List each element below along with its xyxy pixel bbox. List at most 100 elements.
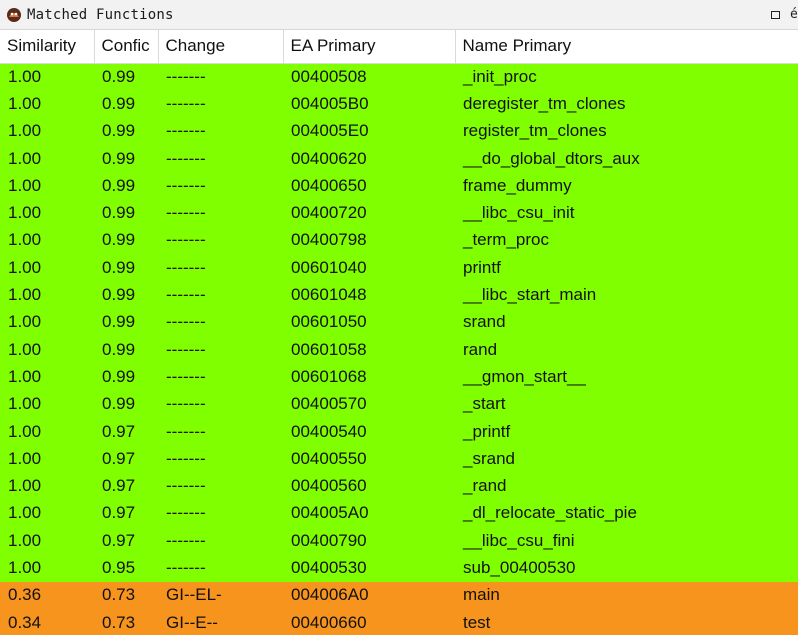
cell-ea-primary: 004005B0 xyxy=(283,90,455,118)
cell-confidence: 0.97 xyxy=(94,527,158,555)
cell-name-primary: frame_dummy xyxy=(455,172,798,200)
cell-similarity: 1.00 xyxy=(0,527,94,555)
table-row[interactable]: 1.00 0.99 ------- 004005E0 register_tm_clone… xyxy=(0,117,798,145)
table-header-row: Similarity Confic Change EA Primary Name… xyxy=(0,30,798,64)
float-window-icon[interactable]: é xyxy=(790,7,798,22)
cell-confidence: 0.99 xyxy=(94,308,158,336)
cell-similarity: 1.00 xyxy=(0,335,94,364)
table-row[interactable]: 1.00 0.99 ------- 00400798 _term_proc xyxy=(0,226,798,255)
maximize-icon[interactable] xyxy=(771,10,780,19)
cell-ea-primary: 004005A0 xyxy=(283,499,455,528)
cell-ea-primary: 00601040 xyxy=(283,254,455,282)
cell-change: ------- xyxy=(158,281,283,309)
cell-ea-primary: 00400650 xyxy=(283,172,455,200)
cell-similarity: 1.00 xyxy=(0,226,94,255)
cell-ea-primary: 00400570 xyxy=(283,390,455,418)
table-row[interactable]: 1.00 0.97 ------- 00400560 _rand xyxy=(0,472,798,500)
cell-confidence: 0.99 xyxy=(94,117,158,145)
cell-name-primary: srand xyxy=(455,308,798,336)
column-header-name-primary[interactable]: Name Primary xyxy=(455,30,798,64)
cell-confidence: 0.95 xyxy=(94,554,158,582)
cell-name-primary: _start xyxy=(455,390,798,418)
cell-change: ------- xyxy=(158,472,283,500)
cell-name-primary: _dl_relocate_static_pie xyxy=(455,499,798,528)
cell-confidence: 0.99 xyxy=(94,90,158,118)
cell-change: ------- xyxy=(158,254,283,282)
column-header-confidence[interactable]: Confic xyxy=(94,30,159,64)
window-controls: é xyxy=(771,7,798,22)
table-row[interactable]: 1.00 0.97 ------- 00400790 __libc_csu_fini xyxy=(0,527,798,555)
table-row[interactable]: 1.00 0.99 ------- 00400650 frame_dummy xyxy=(0,172,798,200)
cell-name-primary: deregister_tm_clones xyxy=(455,90,798,118)
column-header-similarity[interactable]: Similarity xyxy=(0,30,95,64)
cell-confidence: 0.99 xyxy=(94,226,158,255)
cell-name-primary: test xyxy=(455,608,798,635)
cell-similarity: 1.00 xyxy=(0,363,94,391)
table-row[interactable]: 0.34 0.73 GI--E-- 00400660 test xyxy=(0,608,798,635)
table-row[interactable]: 1.00 0.99 ------- 00601058 rand xyxy=(0,335,798,364)
matched-functions-window: Matched Functions é Similarity Confic Ch… xyxy=(0,0,798,635)
cell-change: ------- xyxy=(158,390,283,418)
window-titlebar: Matched Functions é xyxy=(0,0,798,30)
cell-change: ------- xyxy=(158,172,283,200)
cell-change: ------- xyxy=(158,199,283,227)
cell-confidence: 0.97 xyxy=(94,499,158,528)
cell-confidence: 0.99 xyxy=(94,363,158,391)
cell-name-primary: printf xyxy=(455,254,798,282)
cell-similarity: 1.00 xyxy=(0,417,94,446)
table-row[interactable]: 1.00 0.99 ------- 00601040 printf xyxy=(0,254,798,282)
table-row[interactable]: 0.36 0.73 GI--EL- 004006A0 main xyxy=(0,581,798,609)
cell-name-primary: rand xyxy=(455,335,798,364)
table-row[interactable]: 1.00 0.99 ------- 00601068 __gmon_start__ xyxy=(0,363,798,391)
table-row[interactable]: 1.00 0.99 ------- 00400508 _init_proc xyxy=(0,63,798,91)
table-row[interactable]: 1.00 0.95 ------- 00400530 sub_00400530 xyxy=(0,554,798,582)
cell-similarity: 1.00 xyxy=(0,308,94,336)
matched-functions-table: Similarity Confic Change EA Primary Name… xyxy=(0,30,798,635)
table-row[interactable]: 1.00 0.99 ------- 004005B0 deregister_tm_clo… xyxy=(0,90,798,118)
cell-confidence: 0.97 xyxy=(94,417,158,446)
cell-ea-primary: 00601068 xyxy=(283,363,455,391)
cell-ea-primary: 00400550 xyxy=(283,445,455,473)
cell-ea-primary: 00400508 xyxy=(283,63,455,91)
table-row[interactable]: 1.00 0.97 ------- 004005A0 _dl_relocate_stat… xyxy=(0,499,798,528)
cell-ea-primary: 00400798 xyxy=(283,226,455,255)
cell-confidence: 0.73 xyxy=(94,608,158,635)
table-row[interactable]: 1.00 0.99 ------- 00400720 __libc_csu_init xyxy=(0,199,798,227)
cell-confidence: 0.99 xyxy=(94,281,158,309)
table-row[interactable]: 1.00 0.97 ------- 00400550 _srand xyxy=(0,445,798,473)
cell-name-primary: _srand xyxy=(455,445,798,473)
column-header-change[interactable]: Change xyxy=(158,30,284,64)
cell-change: ------- xyxy=(158,417,283,446)
cell-similarity: 1.00 xyxy=(0,472,94,500)
table-row[interactable]: 1.00 0.99 ------- 00601048 __libc_start_main xyxy=(0,281,798,309)
cell-ea-primary: 004005E0 xyxy=(283,117,455,145)
cell-confidence: 0.99 xyxy=(94,144,158,173)
table-row[interactable]: 1.00 0.97 ------- 00400540 _printf xyxy=(0,417,798,446)
cell-name-primary: _init_proc xyxy=(455,63,798,91)
cell-name-primary: __libc_csu_fini xyxy=(455,527,798,555)
cell-name-primary: main xyxy=(455,581,798,609)
cell-ea-primary: 00601050 xyxy=(283,308,455,336)
cell-similarity: 1.00 xyxy=(0,499,94,528)
table-row[interactable]: 1.00 0.99 ------- 00601050 srand xyxy=(0,308,798,336)
table-row[interactable]: 1.00 0.99 ------- 00400620 __do_global_dtors… xyxy=(0,144,798,173)
cell-similarity: 1.00 xyxy=(0,117,94,145)
column-header-ea-primary[interactable]: EA Primary xyxy=(283,30,456,64)
cell-ea-primary: 00601058 xyxy=(283,335,455,364)
cell-name-primary: __gmon_start__ xyxy=(455,363,798,391)
cell-ea-primary: 00400560 xyxy=(283,472,455,500)
cell-change: ------- xyxy=(158,499,283,528)
cell-confidence: 0.99 xyxy=(94,63,158,91)
cell-ea-primary: 00400540 xyxy=(283,417,455,446)
cell-confidence: 0.99 xyxy=(94,172,158,200)
cell-change: ------- xyxy=(158,90,283,118)
cell-similarity: 1.00 xyxy=(0,63,94,91)
cell-similarity: 1.00 xyxy=(0,554,94,582)
cell-change: ------- xyxy=(158,117,283,145)
table-row[interactable]: 1.00 0.99 ------- 00400570 _start xyxy=(0,390,798,418)
cell-change: ------- xyxy=(158,144,283,173)
cell-confidence: 0.97 xyxy=(94,472,158,500)
cell-similarity: 1.00 xyxy=(0,172,94,200)
cell-change: ------- xyxy=(158,63,283,91)
cell-confidence: 0.99 xyxy=(94,335,158,364)
